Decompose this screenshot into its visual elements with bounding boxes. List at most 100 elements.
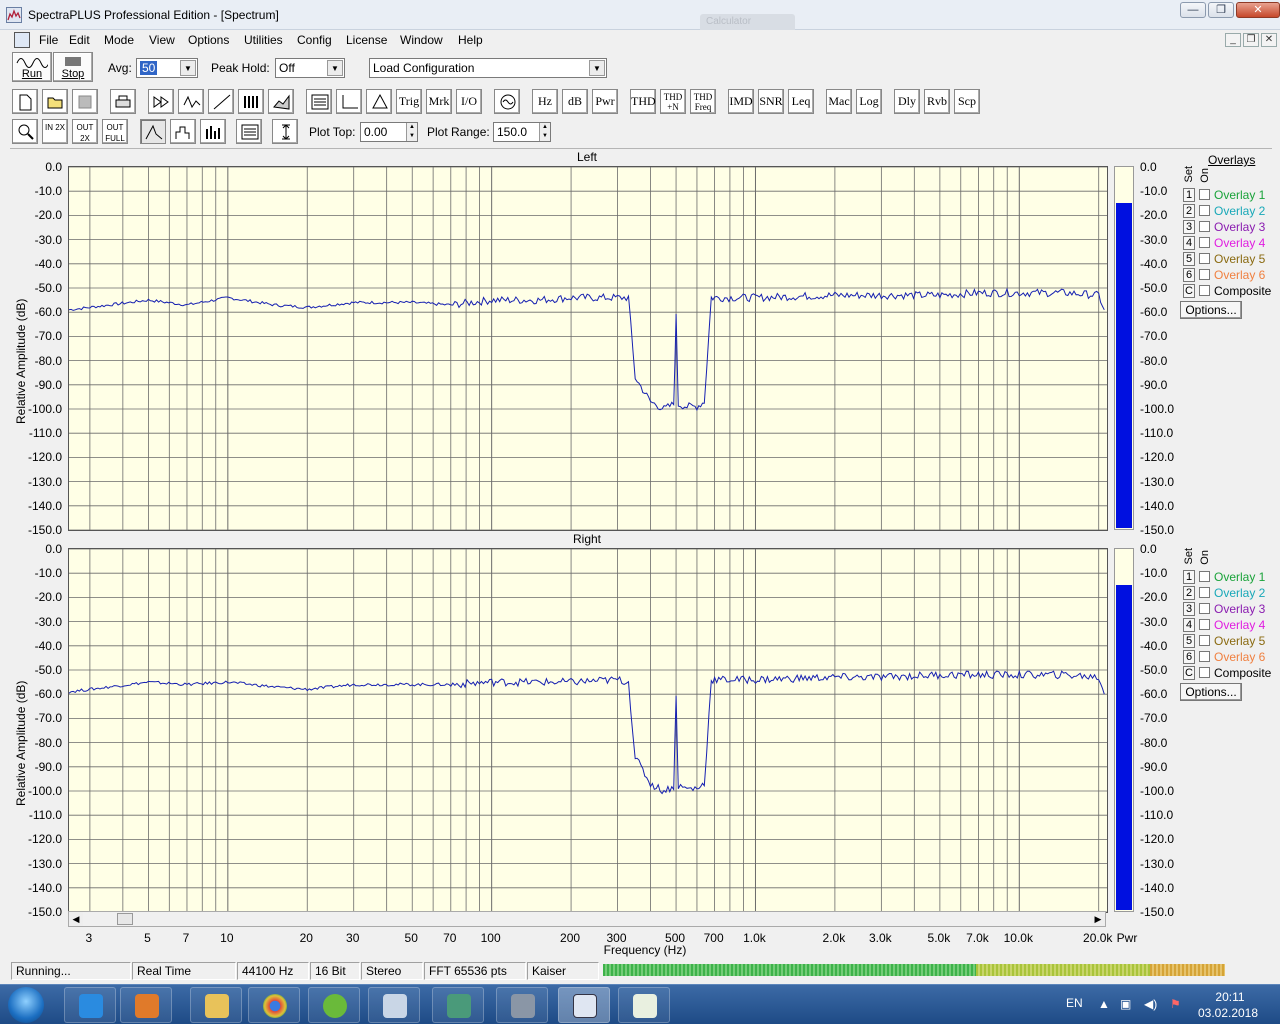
plot-range-input[interactable]: 150.0 ▲ ▼ (493, 122, 551, 142)
hz-button[interactable]: Hz (532, 89, 558, 114)
step-graph-button[interactable] (170, 119, 196, 144)
media-player-taskbar-button[interactable] (120, 987, 172, 1023)
overlay-checkbox[interactable] (1199, 667, 1210, 678)
menu-window[interactable]: Window (400, 33, 443, 47)
spectrum-plot-left[interactable] (68, 166, 1108, 531)
overlay-set-button[interactable]: C (1183, 666, 1195, 680)
plot-properties-button[interactable] (236, 119, 262, 144)
overlay-set-button[interactable]: 1 (1183, 570, 1195, 584)
overlay-set-button[interactable]: 5 (1183, 252, 1195, 266)
db-button[interactable]: dB (562, 89, 588, 114)
spectrogram-button[interactable] (238, 89, 264, 114)
overlay-checkbox[interactable] (1199, 253, 1210, 264)
overlay-set-button[interactable]: 4 (1183, 618, 1195, 632)
overlay-checkbox[interactable] (1199, 189, 1210, 200)
overlay-options-button-left[interactable]: Options... (1180, 301, 1242, 319)
print-button[interactable] (110, 89, 136, 114)
background-window-tab[interactable]: Calculator (700, 14, 795, 30)
utorrent-taskbar-button[interactable] (308, 987, 360, 1023)
menu-view[interactable]: View (149, 33, 175, 47)
horizontal-scrollbar[interactable]: ◀ ▶ (68, 911, 1106, 927)
minimize-button[interactable]: — (1180, 2, 1206, 18)
chrome-taskbar-button[interactable] (248, 987, 300, 1023)
pwr-button[interactable]: Pwr (592, 89, 618, 114)
paint-taskbar-button[interactable] (368, 987, 420, 1023)
m-app-taskbar-button[interactable] (496, 987, 548, 1023)
scp-button[interactable]: Scp (954, 89, 980, 114)
settings-panel-button[interactable] (306, 89, 332, 114)
volume-icon[interactable]: ◀) (1144, 997, 1157, 1011)
overlay-checkbox[interactable] (1199, 237, 1210, 248)
start-button[interactable] (8, 987, 44, 1023)
bar-graph-button[interactable] (200, 119, 226, 144)
open-file-button[interactable] (42, 89, 68, 114)
mdi-minimize-button[interactable]: _ (1225, 33, 1241, 47)
menu-license[interactable]: License (346, 33, 387, 47)
show-hidden-icons-icon[interactable]: ▲ (1098, 997, 1110, 1011)
scale-range-button[interactable] (272, 119, 298, 144)
zoom-out-full-button[interactable]: OUT FULL (102, 119, 128, 144)
mac-button[interactable]: Mac (826, 89, 852, 114)
spin-down-icon[interactable]: ▼ (539, 132, 550, 141)
mdi-restore-button[interactable]: ❐ (1243, 33, 1259, 47)
overlay-checkbox[interactable] (1199, 269, 1210, 280)
overlay-set-button[interactable]: 6 (1183, 650, 1195, 664)
photo-viewer-taskbar-button[interactable] (432, 987, 484, 1023)
log-button[interactable]: Log (856, 89, 882, 114)
menu-config[interactable]: Config (297, 33, 332, 47)
zoom-in-2x-button[interactable]: IN 2X (42, 119, 68, 144)
overlay-set-button[interactable]: 2 (1183, 204, 1195, 218)
overlay-set-button[interactable]: 1 (1183, 188, 1195, 202)
explorer-taskbar-button[interactable] (190, 987, 242, 1023)
clock-time[interactable]: 20:11 (1200, 990, 1260, 1004)
signal-generator-button[interactable] (494, 89, 520, 114)
overlay-checkbox[interactable] (1199, 285, 1210, 296)
network-icon[interactable]: ▣ (1120, 997, 1131, 1011)
mrk-button[interactable]: Mrk (426, 89, 452, 114)
plot-top-input[interactable]: 0.00 ▲ ▼ (360, 122, 418, 142)
snr-button[interactable]: SNR (758, 89, 784, 114)
spin-up-icon[interactable]: ▲ (539, 123, 550, 132)
new-file-button[interactable] (12, 89, 38, 114)
thd-button[interactable]: THD (630, 89, 656, 114)
overlay-checkbox[interactable] (1199, 571, 1210, 582)
overlay-set-button[interactable]: 3 (1183, 602, 1195, 616)
menu-help[interactable]: Help (458, 33, 483, 47)
ramp-button[interactable] (208, 89, 234, 114)
app-icon[interactable] (6, 7, 22, 23)
zoom-button[interactable] (12, 119, 38, 144)
internet-explorer-taskbar-button[interactable] (64, 987, 116, 1023)
spin-down-icon[interactable]: ▼ (406, 132, 417, 141)
overlay-checkbox[interactable] (1199, 619, 1210, 630)
avg-select[interactable]: 50 ▼ (136, 58, 198, 78)
menu-edit[interactable]: Edit (69, 33, 90, 47)
run-button[interactable]: Run (12, 52, 52, 82)
scroll-thumb[interactable] (117, 913, 133, 925)
menu-file[interactable]: File (39, 33, 58, 47)
thd-n-button[interactable]: THD +N (660, 89, 686, 114)
input-language[interactable]: EN (1066, 996, 1083, 1010)
menu-utilities[interactable]: Utilities (244, 33, 283, 47)
scroll-left-icon[interactable]: ◀ (69, 912, 83, 926)
line-graph-button[interactable] (140, 119, 166, 144)
overlay-options-button-right[interactable]: Options... (1180, 683, 1242, 701)
trig-button[interactable]: Trig (396, 89, 422, 114)
axis-button[interactable] (336, 89, 362, 114)
scope-view-button[interactable] (178, 89, 204, 114)
overlay-set-button[interactable]: 5 (1183, 634, 1195, 648)
peak-hold-select[interactable]: Off ▼ (275, 58, 345, 78)
rvb-button[interactable]: Rvb (924, 89, 950, 114)
menu-options[interactable]: Options (188, 33, 229, 47)
calendar-taskbar-button[interactable] (618, 987, 670, 1023)
overlay-set-button[interactable]: C (1183, 284, 1195, 298)
spectraplus-taskbar-button[interactable] (558, 987, 610, 1023)
thd-freq-button[interactable]: THD Freq (690, 89, 716, 114)
spin-up-icon[interactable]: ▲ (406, 123, 417, 132)
zoom-out-2x-button[interactable]: OUT 2X (72, 119, 98, 144)
imd-button[interactable]: IMD (728, 89, 754, 114)
fast-forward-button[interactable] (148, 89, 174, 114)
generator-button[interactable] (366, 89, 392, 114)
menu-mode[interactable]: Mode (104, 33, 134, 47)
document-icon[interactable] (14, 32, 30, 48)
maximize-button[interactable]: ❐ (1208, 2, 1234, 18)
